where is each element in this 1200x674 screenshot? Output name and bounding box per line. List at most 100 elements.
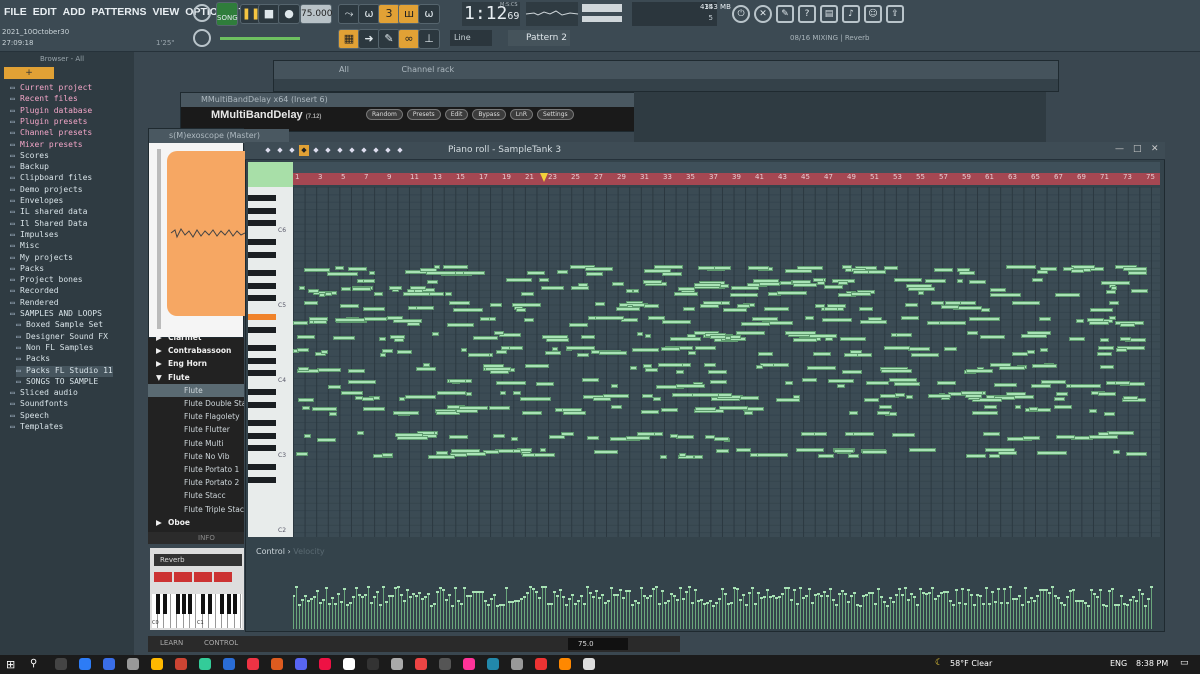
velocity-handle[interactable] bbox=[607, 600, 610, 602]
midi-note[interactable] bbox=[753, 279, 779, 283]
velocity-bar[interactable] bbox=[836, 606, 837, 629]
taskbar-app-icon[interactable] bbox=[295, 658, 307, 670]
velocity-bar[interactable] bbox=[830, 590, 831, 629]
midi-note[interactable] bbox=[801, 432, 815, 436]
midi-note[interactable] bbox=[633, 289, 639, 293]
velocity-bar[interactable] bbox=[575, 605, 576, 629]
velocity-bar[interactable] bbox=[407, 591, 408, 629]
midi-note[interactable] bbox=[959, 271, 975, 275]
slot-1[interactable] bbox=[154, 572, 172, 582]
taskbar-app-icon[interactable] bbox=[559, 658, 571, 670]
mini-black-key[interactable] bbox=[182, 594, 186, 614]
velocity-handle[interactable] bbox=[340, 601, 343, 603]
velocity-handle[interactable] bbox=[946, 591, 949, 593]
midi-note[interactable] bbox=[1090, 308, 1113, 312]
velocity-bar[interactable] bbox=[824, 593, 825, 629]
velocity-bar[interactable] bbox=[881, 598, 882, 629]
midi-note[interactable] bbox=[1054, 405, 1072, 409]
midi-note[interactable] bbox=[719, 406, 748, 410]
midi-note[interactable] bbox=[662, 320, 691, 324]
midi-note[interactable] bbox=[449, 379, 466, 383]
midi-note[interactable] bbox=[466, 392, 472, 396]
velocity-bar[interactable] bbox=[533, 590, 534, 629]
velocity-handle[interactable] bbox=[460, 603, 463, 605]
midi-note[interactable] bbox=[595, 316, 624, 320]
velocity-handle[interactable] bbox=[1084, 602, 1087, 604]
velocity-bar[interactable] bbox=[983, 605, 984, 629]
instrument-item[interactable]: Flute Portato 2 bbox=[148, 476, 244, 489]
draw-tool-icon[interactable]: ◆ bbox=[299, 145, 309, 156]
midi-note[interactable] bbox=[432, 332, 439, 336]
midi-note[interactable] bbox=[1104, 412, 1115, 416]
velocity-handle[interactable] bbox=[469, 595, 472, 597]
velocity-handle[interactable] bbox=[553, 591, 556, 593]
velocity-handle[interactable] bbox=[829, 588, 832, 590]
velocity-bar[interactable] bbox=[809, 590, 810, 629]
taskbar-app-icon[interactable] bbox=[199, 658, 211, 670]
midi-note[interactable] bbox=[298, 398, 314, 402]
velocity-bar[interactable] bbox=[743, 596, 744, 629]
midi-note[interactable] bbox=[676, 370, 684, 374]
midi-note[interactable] bbox=[630, 366, 637, 370]
velocity-bar[interactable] bbox=[890, 599, 891, 629]
velocity-handle[interactable] bbox=[1036, 595, 1039, 597]
velocity-handle[interactable] bbox=[556, 595, 559, 597]
velocity-bar[interactable] bbox=[896, 596, 897, 629]
velocity-bar[interactable] bbox=[653, 590, 654, 629]
search-icon[interactable]: ⚲ bbox=[30, 658, 37, 669]
velocity-handle[interactable] bbox=[334, 603, 337, 605]
instrument-tempo[interactable]: 75.0 bbox=[568, 638, 628, 650]
midi-note[interactable] bbox=[1100, 365, 1114, 369]
velocity-handle[interactable] bbox=[601, 594, 604, 596]
velocity-bar[interactable] bbox=[746, 606, 747, 629]
midi-note[interactable] bbox=[521, 292, 534, 296]
velocity-bar[interactable] bbox=[1040, 591, 1041, 629]
taskbar-app-icon[interactable] bbox=[103, 658, 115, 670]
midi-note[interactable] bbox=[653, 397, 661, 401]
velocity-bar[interactable] bbox=[677, 601, 678, 629]
velocity-handle[interactable] bbox=[1072, 589, 1075, 591]
midi-note[interactable] bbox=[1115, 381, 1130, 385]
menu-patterns[interactable]: PATTERNS bbox=[91, 6, 146, 18]
velocity-bar[interactable] bbox=[968, 591, 969, 629]
browser-item-26[interactable]: ▭ SONGS TO SAMPLE bbox=[16, 377, 98, 388]
velocity-handle[interactable] bbox=[481, 591, 484, 593]
velocity-handle[interactable] bbox=[628, 590, 631, 592]
velocity-handle[interactable] bbox=[346, 604, 349, 606]
velocity-handle[interactable] bbox=[844, 593, 847, 595]
velocity-bar[interactable] bbox=[296, 588, 297, 629]
midi-note[interactable] bbox=[308, 289, 319, 293]
velocity-handle[interactable] bbox=[949, 600, 952, 602]
velocity-bar[interactable] bbox=[926, 595, 927, 629]
midi-note[interactable] bbox=[740, 396, 759, 400]
midi-note[interactable] bbox=[352, 287, 371, 291]
midi-note[interactable] bbox=[571, 286, 589, 290]
midi-note[interactable] bbox=[309, 317, 328, 321]
velocity-handle[interactable] bbox=[490, 598, 493, 600]
browser-item-15[interactable]: ▭ My projects bbox=[10, 253, 73, 264]
midi-note[interactable] bbox=[744, 411, 753, 415]
velocity-handle[interactable] bbox=[667, 600, 670, 602]
velocity-bar[interactable] bbox=[770, 598, 771, 629]
midi-note[interactable] bbox=[496, 381, 526, 385]
velocity-bar[interactable] bbox=[362, 598, 363, 629]
midi-note[interactable] bbox=[408, 306, 417, 310]
velocity-bar[interactable] bbox=[797, 605, 798, 629]
velocity-handle[interactable] bbox=[1126, 604, 1129, 606]
midi-note[interactable] bbox=[325, 292, 332, 296]
midi-note[interactable] bbox=[925, 279, 946, 283]
velocity-bar[interactable] bbox=[458, 602, 459, 629]
midi-note[interactable] bbox=[493, 434, 505, 438]
midi-note[interactable] bbox=[522, 453, 535, 457]
midi-note[interactable] bbox=[1012, 352, 1028, 356]
midi-note[interactable] bbox=[321, 350, 328, 354]
velocity-bar[interactable] bbox=[335, 605, 336, 629]
velocity-handle[interactable] bbox=[673, 595, 676, 597]
mini-black-key[interactable] bbox=[175, 594, 180, 614]
velocity-handle[interactable] bbox=[901, 594, 904, 596]
velocity-bar[interactable] bbox=[1001, 604, 1002, 629]
midi-note[interactable] bbox=[780, 281, 792, 285]
chat-icon[interactable]: ☺ bbox=[864, 5, 882, 23]
velocity-handle[interactable] bbox=[1066, 596, 1069, 598]
midi-note[interactable] bbox=[1087, 318, 1104, 322]
